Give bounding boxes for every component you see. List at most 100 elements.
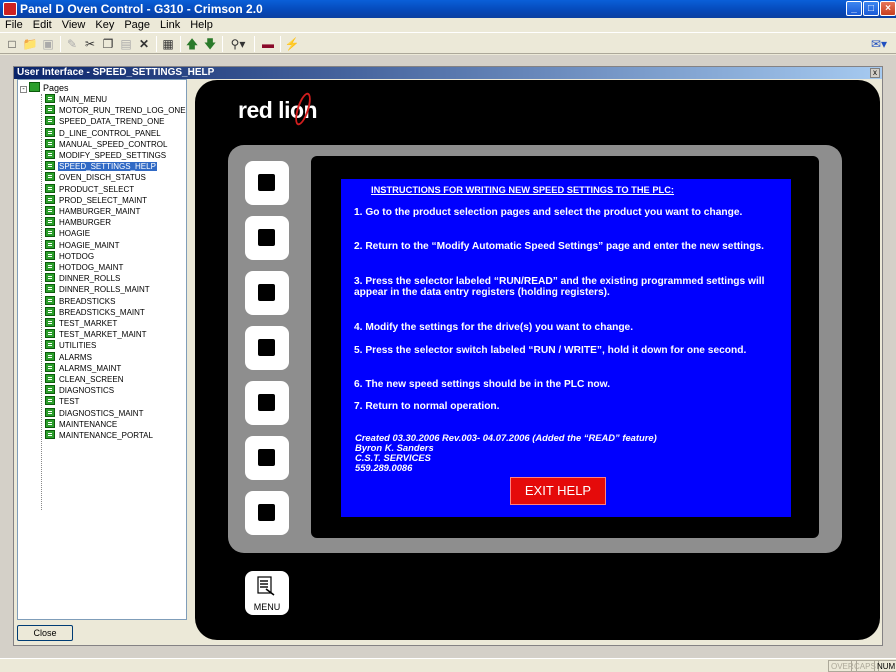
edit-icon[interactable]: ✎ bbox=[64, 36, 80, 52]
tree-item[interactable]: MODIFY_SPEED_SETTINGS bbox=[45, 150, 167, 161]
exit-help-button[interactable]: EXIT HELP bbox=[510, 477, 606, 505]
tree-item-label: SPEED_SETTINGS_HELP bbox=[58, 162, 157, 172]
menu-help[interactable]: Help bbox=[185, 18, 218, 31]
tree-item-label: SPEED_DATA_TREND_ONE bbox=[59, 117, 165, 127]
tree-item-label: MAIN_MENU bbox=[59, 95, 108, 104]
menu-link[interactable]: Link bbox=[155, 18, 185, 31]
tree-item[interactable]: HAMBURGER bbox=[45, 217, 112, 228]
tree-item[interactable]: MAINTENANCE bbox=[45, 418, 118, 430]
tree-item[interactable]: D_LINE_CONTROL_PANEL bbox=[45, 127, 162, 139]
cut-icon[interactable]: ✂ bbox=[82, 36, 98, 52]
tree-item[interactable]: PRODUCT_SELECT bbox=[45, 183, 135, 195]
menu-file[interactable]: File bbox=[0, 18, 28, 31]
minimize-button[interactable]: _ bbox=[846, 1, 862, 16]
tree-item[interactable]: OVEN_DISCH_STATUS bbox=[45, 172, 147, 183]
tree-item[interactable]: HOTDOG_MAINT bbox=[45, 262, 124, 273]
softkey-2[interactable] bbox=[245, 216, 289, 260]
softkey-4[interactable] bbox=[245, 326, 289, 370]
page-icon bbox=[45, 127, 55, 137]
menu-key[interactable]: MENU bbox=[245, 571, 289, 615]
collapse-icon[interactable]: - bbox=[20, 86, 27, 93]
tree-item[interactable]: MOTOR_RUN_TREND_LOG_ONE bbox=[45, 105, 186, 116]
tree-item[interactable]: HOAGIE_MAINT bbox=[45, 239, 120, 251]
tree-item-label: MOTOR_RUN_TREND_LOG_ONE bbox=[59, 106, 186, 116]
menu-label: MENU bbox=[253, 602, 281, 612]
tree-item[interactable]: CLEAN_SCREEN bbox=[45, 374, 124, 385]
tree-item[interactable]: SPEED_DATA_TREND_ONE bbox=[45, 116, 166, 127]
open-icon[interactable]: 📁 bbox=[22, 36, 38, 52]
softkey-6[interactable] bbox=[245, 436, 289, 480]
page-icon bbox=[45, 385, 55, 395]
tree-item[interactable]: MAINTENANCE_PORTAL bbox=[45, 430, 154, 441]
down-arrow-icon[interactable]: 🡇 bbox=[202, 36, 218, 52]
tree-item[interactable]: TEST_MARKET bbox=[45, 318, 118, 329]
tree-item[interactable]: DIAGNOSTICS_MAINT bbox=[45, 407, 144, 419]
tree-item-label: MAINTENANCE bbox=[59, 419, 118, 429]
softkey-3[interactable] bbox=[245, 271, 289, 315]
tree-item-label: HOAGIE bbox=[59, 229, 91, 239]
page-icon bbox=[45, 362, 55, 372]
menu-page[interactable]: Page bbox=[119, 18, 155, 31]
toolbar-separator bbox=[180, 36, 181, 52]
status-bar: OVER CAPS NUM bbox=[0, 658, 896, 672]
page-icon bbox=[45, 172, 55, 182]
screen-heading: INSTRUCTIONS FOR WRITING NEW SPEED SETTI… bbox=[371, 185, 675, 195]
screen-icon[interactable]: ▬ bbox=[260, 36, 276, 52]
softkey-7[interactable] bbox=[245, 491, 289, 535]
tree-item[interactable]: MANUAL_SPEED_CONTROL bbox=[45, 138, 168, 150]
tree-item[interactable]: DIAGNOSTICS bbox=[45, 385, 115, 396]
pages-icon bbox=[29, 82, 40, 92]
tree-item[interactable]: UTILITIES bbox=[45, 340, 97, 351]
tree-item[interactable]: HOTDOG bbox=[45, 250, 95, 262]
close-window-button[interactable]: × bbox=[880, 1, 896, 16]
save-icon[interactable]: ▣ bbox=[40, 36, 56, 52]
tree-item-label: MODIFY_SPEED_SETTINGS bbox=[59, 151, 167, 160]
tree-item[interactable]: HAMBURGER_MAINT bbox=[45, 206, 141, 217]
step-3: 3. Press the selector labeled “RUN/READ”… bbox=[354, 276, 765, 298]
lightning-icon[interactable]: ⚡ bbox=[284, 36, 300, 52]
tree-root[interactable]: - Pages bbox=[20, 82, 69, 94]
up-arrow-icon[interactable]: 🡅 bbox=[184, 36, 200, 52]
copy-icon[interactable]: ❐ bbox=[100, 36, 116, 52]
tree-item-label: DINNER_ROLLS_MAINT bbox=[59, 285, 150, 295]
mdi-close-button[interactable]: x bbox=[870, 68, 880, 78]
tree-item-label: DIAGNOSTICS bbox=[59, 386, 115, 396]
tree-item[interactable]: DINNER_ROLLS_MAINT bbox=[45, 284, 151, 295]
softkey-1[interactable] bbox=[245, 161, 289, 205]
page-icon bbox=[45, 228, 55, 238]
tree-item[interactable]: MAIN_MENU bbox=[45, 94, 108, 105]
toolbar-separator bbox=[254, 36, 255, 52]
menu-view[interactable]: View bbox=[57, 18, 91, 31]
maximize-button[interactable]: □ bbox=[863, 1, 879, 16]
tree-item[interactable]: SPEED_SETTINGS_HELP bbox=[45, 161, 157, 172]
close-button[interactable]: Close bbox=[17, 625, 73, 641]
zoom-icon[interactable]: ⚲▾ bbox=[226, 36, 250, 52]
paste-icon[interactable]: ▤ bbox=[118, 36, 134, 52]
tree-item-label: TEST_MARKET bbox=[59, 319, 118, 328]
softkey-5[interactable] bbox=[245, 381, 289, 425]
page-icon bbox=[45, 340, 55, 350]
delete-icon[interactable]: ✕ bbox=[136, 36, 152, 52]
tree-item[interactable]: ALARMS bbox=[45, 351, 93, 363]
step-5: 5. Press the selector switch labeled “RU… bbox=[354, 345, 747, 356]
tree-item-label: HOTDOG_MAINT bbox=[59, 263, 124, 272]
app-icon bbox=[3, 2, 17, 16]
menu-key[interactable]: Key bbox=[90, 18, 119, 31]
tree-item[interactable]: DINNER_ROLLS bbox=[45, 273, 121, 284]
page-icon bbox=[45, 250, 55, 260]
panel-icon[interactable]: ▦ bbox=[160, 36, 176, 52]
help-chat-icon[interactable]: ✉▾ bbox=[868, 36, 890, 52]
new-icon[interactable]: □ bbox=[4, 36, 20, 52]
tree-item[interactable]: ALARMS_MAINT bbox=[45, 362, 122, 374]
mdi-title: User Interface - SPEED_SETTINGS_HELP bbox=[14, 67, 882, 79]
tree-item[interactable]: HOAGIE bbox=[45, 228, 91, 239]
tree-item[interactable]: BREADSTICKS bbox=[45, 295, 116, 307]
tree-item[interactable]: BREADSTICKS_MAINT bbox=[45, 306, 146, 318]
menu-edit[interactable]: Edit bbox=[28, 18, 57, 31]
tree-item-label: OVEN_DISCH_STATUS bbox=[59, 173, 146, 183]
tree-item[interactable]: TEST_MARKET_MAINT bbox=[45, 329, 148, 340]
tree-item[interactable]: TEST bbox=[45, 396, 80, 407]
tree-item[interactable]: PROD_SELECT_MAINT bbox=[45, 194, 148, 206]
menu-icon bbox=[257, 576, 275, 596]
title-bar: Panel D Oven Control - G310 - Crimson 2.… bbox=[0, 0, 896, 18]
